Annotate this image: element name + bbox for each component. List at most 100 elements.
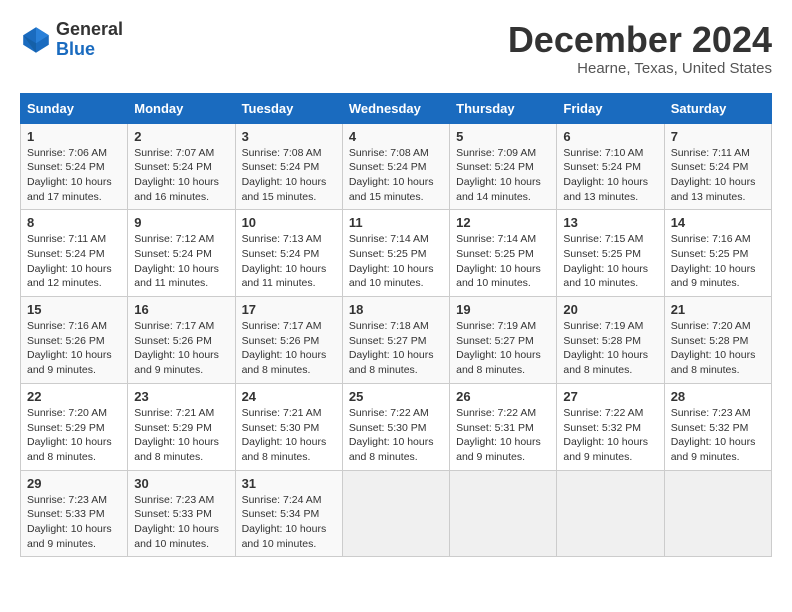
day-info: Sunrise: 7:11 AMSunset: 5:24 PMDaylight:…: [27, 232, 121, 291]
day-info: Sunrise: 7:10 AMSunset: 5:24 PMDaylight:…: [563, 146, 657, 205]
table-row: 21 Sunrise: 7:20 AMSunset: 5:28 PMDayligh…: [664, 297, 771, 384]
calendar-row: 22Sunrise: 7:20 AMSunset: 5:29 PMDayligh…: [21, 383, 772, 470]
table-row: 1Sunrise: 7:06 AMSunset: 5:24 PMDaylight…: [21, 123, 128, 210]
day-number: 11: [349, 215, 443, 230]
table-row: 23 Sunrise: 7:21 AMSunset: 5:29 PMDayligh…: [128, 383, 235, 470]
table-row: 18 Sunrise: 7:18 AMSunset: 5:27 PMDayligh…: [342, 297, 449, 384]
day-number: 19: [456, 302, 550, 317]
day-number: 1: [27, 129, 121, 144]
table-row: 17 Sunrise: 7:17 AMSunset: 5:26 PMDayligh…: [235, 297, 342, 384]
day-number: 29: [27, 476, 121, 491]
table-row: [450, 470, 557, 557]
day-number: 17: [242, 302, 336, 317]
table-row: 29 Sunrise: 7:23 AMSunset: 5:33 PMDayligh…: [21, 470, 128, 557]
calendar-row: 29 Sunrise: 7:23 AMSunset: 5:33 PMDayligh…: [21, 470, 772, 557]
day-number: 26: [456, 389, 550, 404]
day-info: Sunrise: 7:17 AMSunset: 5:26 PMDaylight:…: [134, 319, 228, 378]
day-info: Sunrise: 7:20 AMSunset: 5:29 PMDaylight:…: [27, 406, 121, 465]
day-number: 15: [27, 302, 121, 317]
day-info: Sunrise: 7:07 AMSunset: 5:24 PMDaylight:…: [134, 146, 228, 205]
table-row: 10Sunrise: 7:13 AMSunset: 5:24 PMDayligh…: [235, 210, 342, 297]
day-info: Sunrise: 7:16 AMSunset: 5:26 PMDaylight:…: [27, 319, 121, 378]
day-number: 5: [456, 129, 550, 144]
table-row: 13 Sunrise: 7:15 AMSunset: 5:25 PMDayligh…: [557, 210, 664, 297]
day-info: Sunrise: 7:09 AMSunset: 5:24 PMDaylight:…: [456, 146, 550, 205]
header-friday: Friday: [557, 93, 664, 123]
table-row: 11Sunrise: 7:14 AMSunset: 5:25 PMDayligh…: [342, 210, 449, 297]
day-number: 21: [671, 302, 765, 317]
table-row: [342, 470, 449, 557]
day-info: Sunrise: 7:20 AMSunset: 5:28 PMDaylight:…: [671, 319, 765, 378]
table-row: 31 Sunrise: 7:24 AMSunset: 5:34 PMDayligh…: [235, 470, 342, 557]
day-info: Sunrise: 7:22 AMSunset: 5:31 PMDaylight:…: [456, 406, 550, 465]
day-number: 9: [134, 215, 228, 230]
day-number: 23: [134, 389, 228, 404]
location: Hearne, Texas, United States: [508, 60, 772, 77]
day-info: Sunrise: 7:08 AMSunset: 5:24 PMDaylight:…: [349, 146, 443, 205]
calendar-row: 1Sunrise: 7:06 AMSunset: 5:24 PMDaylight…: [21, 123, 772, 210]
table-row: 16 Sunrise: 7:17 AMSunset: 5:26 PMDayligh…: [128, 297, 235, 384]
day-number: 27: [563, 389, 657, 404]
header-sunday: Sunday: [21, 93, 128, 123]
table-row: 8 Sunrise: 7:11 AMSunset: 5:24 PMDaylight…: [21, 210, 128, 297]
table-row: 14Sunrise: 7:16 AMSunset: 5:25 PMDayligh…: [664, 210, 771, 297]
table-row: 3 Sunrise: 7:08 AMSunset: 5:24 PMDaylight…: [235, 123, 342, 210]
day-info: Sunrise: 7:12 AMSunset: 5:24 PMDaylight:…: [134, 232, 228, 291]
day-number: 25: [349, 389, 443, 404]
month-title: December 2024: [508, 20, 772, 60]
day-number: 18: [349, 302, 443, 317]
day-info: Sunrise: 7:19 AMSunset: 5:27 PMDaylight:…: [456, 319, 550, 378]
day-info: Sunrise: 7:23 AMSunset: 5:33 PMDaylight:…: [134, 493, 228, 552]
day-number: 3: [242, 129, 336, 144]
day-info: Sunrise: 7:17 AMSunset: 5:26 PMDaylight:…: [242, 319, 336, 378]
day-number: 13: [563, 215, 657, 230]
table-row: 28Sunrise: 7:23 AMSunset: 5:32 PMDayligh…: [664, 383, 771, 470]
table-row: [664, 470, 771, 557]
table-row: 6Sunrise: 7:10 AMSunset: 5:24 PMDaylight…: [557, 123, 664, 210]
day-number: 31: [242, 476, 336, 491]
table-row: 4 Sunrise: 7:08 AMSunset: 5:24 PMDaylight…: [342, 123, 449, 210]
day-info: Sunrise: 7:15 AMSunset: 5:25 PMDaylight:…: [563, 232, 657, 291]
day-info: Sunrise: 7:14 AMSunset: 5:25 PMDaylight:…: [456, 232, 550, 291]
calendar-row: 15 Sunrise: 7:16 AMSunset: 5:26 PMDayligh…: [21, 297, 772, 384]
header-saturday: Saturday: [664, 93, 771, 123]
table-row: 9 Sunrise: 7:12 AMSunset: 5:24 PMDaylight…: [128, 210, 235, 297]
day-info: Sunrise: 7:23 AMSunset: 5:33 PMDaylight:…: [27, 493, 121, 552]
table-row: 5 Sunrise: 7:09 AMSunset: 5:24 PMDaylight…: [450, 123, 557, 210]
table-row: 7Sunrise: 7:11 AMSunset: 5:24 PMDaylight…: [664, 123, 771, 210]
day-info: Sunrise: 7:18 AMSunset: 5:27 PMDaylight:…: [349, 319, 443, 378]
table-row: 19 Sunrise: 7:19 AMSunset: 5:27 PMDayligh…: [450, 297, 557, 384]
day-info: Sunrise: 7:19 AMSunset: 5:28 PMDaylight:…: [563, 319, 657, 378]
table-row: 12 Sunrise: 7:14 AMSunset: 5:25 PMDayligh…: [450, 210, 557, 297]
day-number: 20: [563, 302, 657, 317]
day-info: Sunrise: 7:16 AMSunset: 5:25 PMDaylight:…: [671, 232, 765, 291]
table-row: 25 Sunrise: 7:22 AMSunset: 5:30 PMDayligh…: [342, 383, 449, 470]
table-row: [557, 470, 664, 557]
day-number: 8: [27, 215, 121, 230]
header-tuesday: Tuesday: [235, 93, 342, 123]
day-info: Sunrise: 7:21 AMSunset: 5:30 PMDaylight:…: [242, 406, 336, 465]
table-row: 15 Sunrise: 7:16 AMSunset: 5:26 PMDayligh…: [21, 297, 128, 384]
logo-text: General Blue: [56, 20, 123, 60]
day-number: 12: [456, 215, 550, 230]
day-info: Sunrise: 7:22 AMSunset: 5:32 PMDaylight:…: [563, 406, 657, 465]
calendar-body: 1Sunrise: 7:06 AMSunset: 5:24 PMDaylight…: [21, 123, 772, 557]
table-row: 27 Sunrise: 7:22 AMSunset: 5:32 PMDayligh…: [557, 383, 664, 470]
day-info: Sunrise: 7:13 AMSunset: 5:24 PMDaylight:…: [242, 232, 336, 291]
day-info: Sunrise: 7:22 AMSunset: 5:30 PMDaylight:…: [349, 406, 443, 465]
day-info: Sunrise: 7:11 AMSunset: 5:24 PMDaylight:…: [671, 146, 765, 205]
header-thursday: Thursday: [450, 93, 557, 123]
table-row: 24Sunrise: 7:21 AMSunset: 5:30 PMDayligh…: [235, 383, 342, 470]
day-number: 30: [134, 476, 228, 491]
table-row: 22Sunrise: 7:20 AMSunset: 5:29 PMDayligh…: [21, 383, 128, 470]
table-row: 26 Sunrise: 7:22 AMSunset: 5:31 PMDayligh…: [450, 383, 557, 470]
logo: General Blue: [20, 20, 123, 60]
table-row: 2Sunrise: 7:07 AMSunset: 5:24 PMDaylight…: [128, 123, 235, 210]
day-number: 16: [134, 302, 228, 317]
day-info: Sunrise: 7:08 AMSunset: 5:24 PMDaylight:…: [242, 146, 336, 205]
day-number: 4: [349, 129, 443, 144]
day-info: Sunrise: 7:24 AMSunset: 5:34 PMDaylight:…: [242, 493, 336, 552]
day-info: Sunrise: 7:21 AMSunset: 5:29 PMDaylight:…: [134, 406, 228, 465]
table-row: 20 Sunrise: 7:19 AMSunset: 5:28 PMDayligh…: [557, 297, 664, 384]
logo-icon: [20, 24, 52, 56]
